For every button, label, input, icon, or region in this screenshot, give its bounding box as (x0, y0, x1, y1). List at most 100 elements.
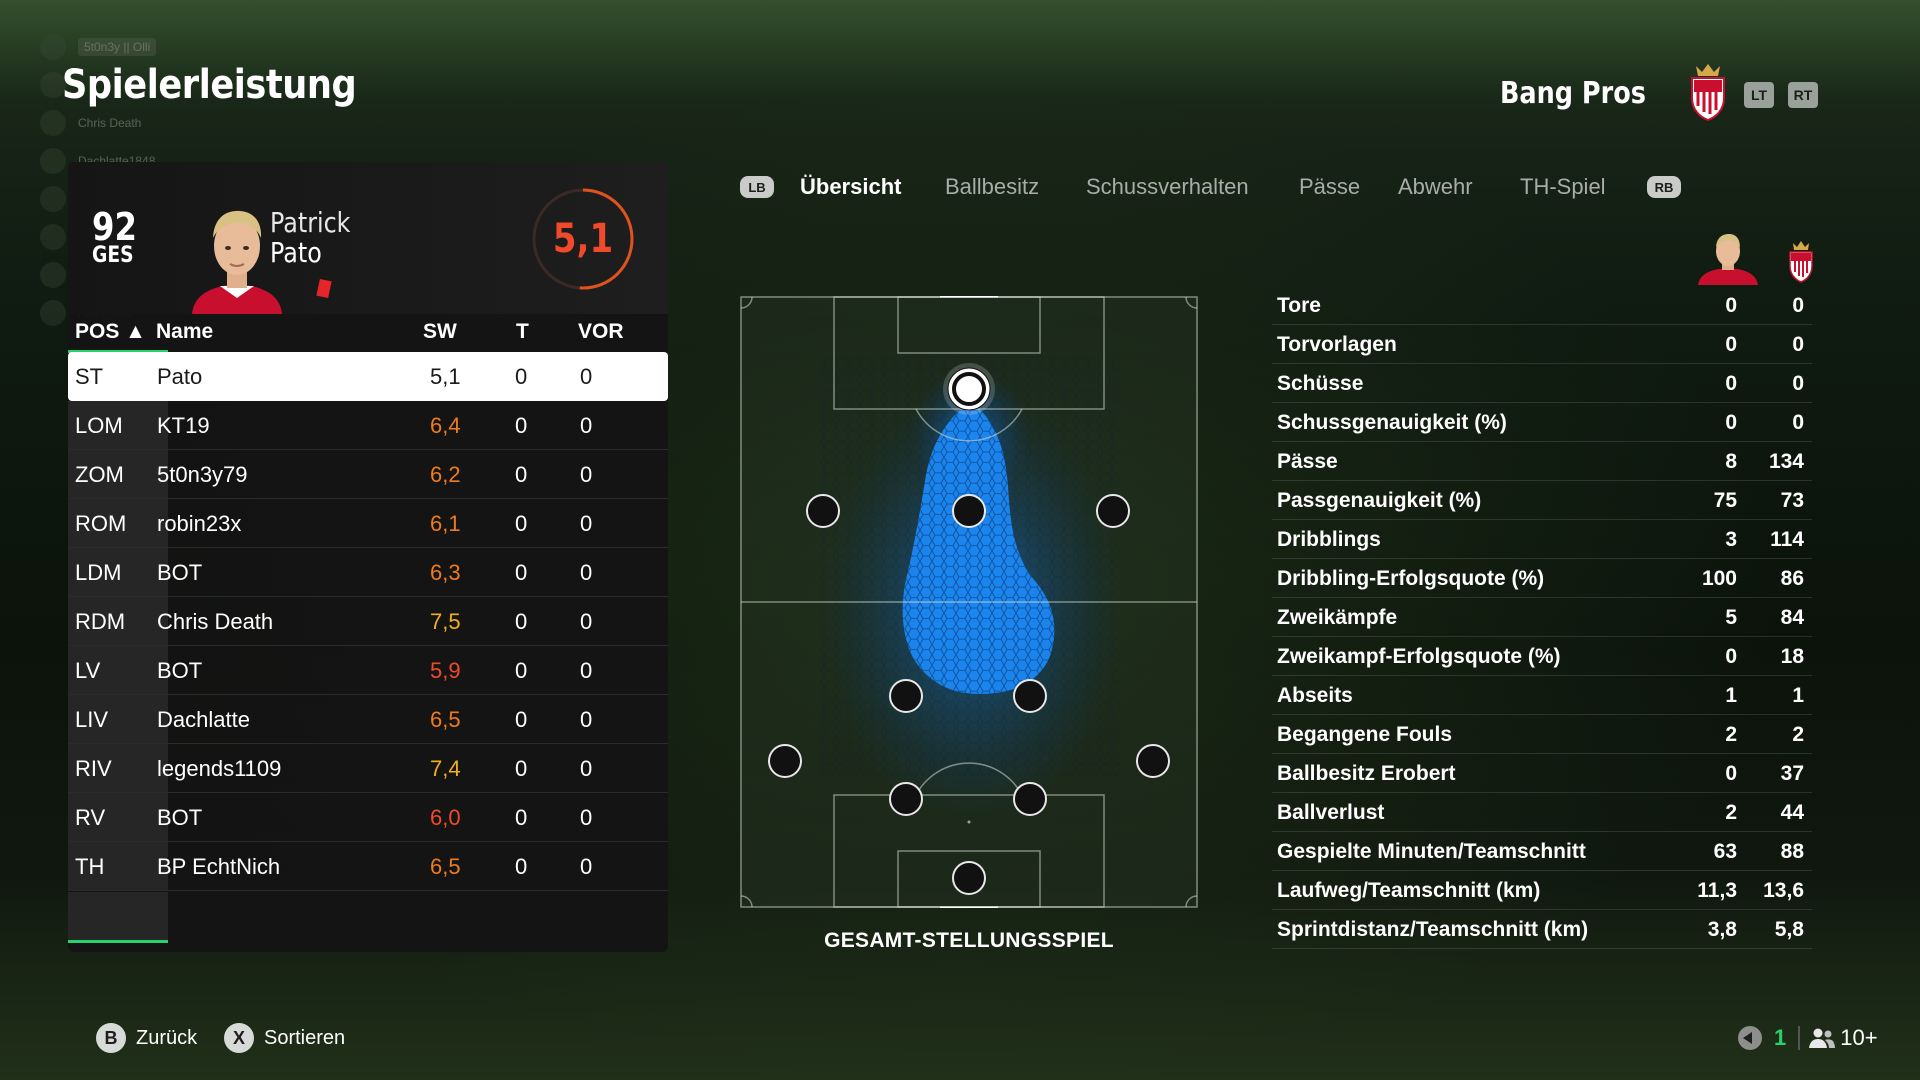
stat-row: Gespielte Minuten/Teamschnitt 63 88 (1272, 832, 1812, 871)
table-row[interactable]: LIV Dachlatte 6,5 0 0 (68, 695, 668, 744)
stat-team-value: 73 (1780, 489, 1804, 512)
stat-player-value: 0 (1725, 762, 1737, 785)
positioning-heatmap (740, 296, 1198, 908)
tab-5[interactable]: TH-Spiel (1520, 174, 1606, 200)
row-position: TH (75, 854, 105, 879)
stat-row: Tore 0 0 (1272, 286, 1812, 325)
player-marker (1096, 494, 1130, 528)
stat-team-value: 114 (1770, 528, 1804, 551)
player-marker (889, 782, 923, 816)
lt-button-hint[interactable]: LT (1744, 82, 1774, 108)
table-scroll-indicator (68, 940, 168, 943)
row-goals: 0 (515, 462, 528, 487)
header-sw[interactable]: SW (423, 320, 457, 344)
stat-label: Zweikampf-Erfolgsquote (%) (1277, 645, 1561, 668)
stat-row: Ballverlust 2 44 (1272, 793, 1812, 832)
row-assists: 0 (580, 511, 593, 536)
player-marker (1013, 782, 1047, 816)
stat-team-value: 86 (1780, 567, 1804, 590)
stat-team-value: 44 (1780, 801, 1804, 824)
table-row[interactable]: TH BP EchtNich 6,5 0 0 (68, 842, 668, 891)
row-player-name: BOT (157, 805, 203, 830)
stat-label: Torvorlagen (1277, 333, 1397, 356)
row-position: LV (75, 658, 101, 683)
row-assists: 0 (580, 462, 593, 487)
tab-0[interactable]: Übersicht (800, 174, 901, 200)
table-row[interactable]: RV BOT 6,0 0 0 (68, 793, 668, 842)
row-rating: 6,5 (430, 707, 461, 732)
party-member: Chris Death (40, 104, 156, 142)
selected-player-marker-inner (952, 372, 986, 406)
tab-2[interactable]: Schussverhalten (1086, 174, 1249, 200)
rt-button-hint[interactable]: RT (1788, 82, 1818, 108)
stat-player-value: 0 (1725, 333, 1737, 356)
player-marker (889, 679, 923, 713)
stat-label: Schussgenauigkeit (%) (1277, 411, 1507, 434)
party-count: 10+ (1840, 1025, 1878, 1050)
stat-player-value: 0 (1725, 372, 1737, 395)
row-assists: 0 (580, 413, 593, 438)
player-last-name: Pato (270, 236, 322, 269)
stat-team-value: 5,8 (1774, 918, 1804, 941)
stat-label: Dribblings (1277, 528, 1381, 551)
sort-label: Sortieren (264, 1026, 346, 1049)
rb-button-hint[interactable]: RB (1647, 176, 1681, 198)
stat-label: Passgenauigkeit (%) (1277, 489, 1482, 512)
table-row[interactable]: LDM BOT 6,3 0 0 (68, 548, 668, 597)
member-avatar (40, 148, 66, 174)
stat-player-value: 2 (1725, 723, 1737, 746)
stat-player-value: 11,3 (1697, 879, 1737, 902)
tab-4[interactable]: Abwehr (1398, 174, 1473, 200)
row-goals: 0 (515, 560, 528, 585)
stat-label: Dribbling-Erfolgsquote (%) (1277, 567, 1545, 590)
stat-label: Laufweg/Teamschnitt (km) (1277, 879, 1541, 902)
tab-1[interactable]: Ballbesitz (945, 174, 1039, 200)
row-rating: 5,1 (430, 364, 461, 389)
row-goals: 0 (515, 854, 528, 879)
speaker-muted-icon (1738, 1026, 1762, 1050)
row-player-name: 5t0n3y79 (157, 462, 248, 487)
sort-button[interactable]: X Sortieren (224, 1022, 345, 1054)
stat-row: Schussgenauigkeit (%) 0 0 (1272, 403, 1812, 442)
stat-player-value: 0 (1725, 411, 1737, 434)
heatmap-caption: GESAMT-STELLUNGSSPIEL (824, 929, 1114, 952)
table-row[interactable]: ROM robin23x 6,1 0 0 (68, 499, 668, 548)
stat-team-value: 13,6 (1763, 879, 1804, 902)
lb-button-hint[interactable]: LB (740, 176, 774, 198)
member-avatar (40, 34, 66, 60)
tab-3[interactable]: Pässe (1299, 174, 1360, 200)
table-row[interactable]: LV BOT 5,9 0 0 (68, 646, 668, 695)
header-vor[interactable]: VOR (578, 320, 624, 344)
stat-player-value: 2 (1725, 801, 1737, 824)
player-first-name: Patrick (270, 206, 351, 239)
table-row[interactable]: ST Pato 5,1 0 0 (68, 352, 668, 401)
stat-row: Passgenauigkeit (%) 75 73 (1272, 481, 1812, 520)
row-player-name: BOT (157, 658, 203, 683)
stat-row: Sprintdistanz/Teamschnitt (km) 3,8 5,8 (1272, 910, 1812, 949)
stat-team-value: 0 (1792, 372, 1804, 395)
row-goals: 0 (515, 756, 528, 781)
page-title: Spielerleistung (62, 62, 357, 108)
header-pos[interactable]: POS ▲ (75, 320, 146, 344)
table-row[interactable]: LOM KT19 6,4 0 0 (68, 401, 668, 450)
member-avatar (40, 110, 66, 136)
stat-player-value: 0 (1725, 294, 1737, 317)
row-goals: 0 (515, 805, 528, 830)
table-row[interactable]: ZOM 5t0n3y79 6,2 0 0 (68, 450, 668, 499)
heatmap-area (820, 356, 1122, 826)
header-name[interactable]: Name (156, 320, 213, 344)
player-marker (1136, 744, 1170, 778)
stat-row: Torvorlagen 0 0 (1272, 325, 1812, 364)
row-position: RIV (75, 756, 112, 781)
table-row[interactable]: RDM Chris Death 7,5 0 0 (68, 597, 668, 646)
row-rating: 6,5 (430, 854, 461, 879)
header-t[interactable]: T (516, 320, 529, 344)
stats-table: Tore 0 0 Torvorlagen 0 0 Schüsse 0 0 Sch… (1272, 286, 1812, 949)
stat-label: Zweikämpfe (1277, 606, 1398, 629)
row-position: RV (75, 805, 106, 830)
table-row[interactable]: RIV legends1109 7,4 0 0 (68, 744, 668, 793)
row-player-name: Dachlatte (157, 707, 250, 732)
back-button[interactable]: B Zurück (96, 1022, 197, 1054)
row-rating: 6,3 (430, 560, 461, 585)
stat-team-value: 18 (1780, 645, 1804, 668)
